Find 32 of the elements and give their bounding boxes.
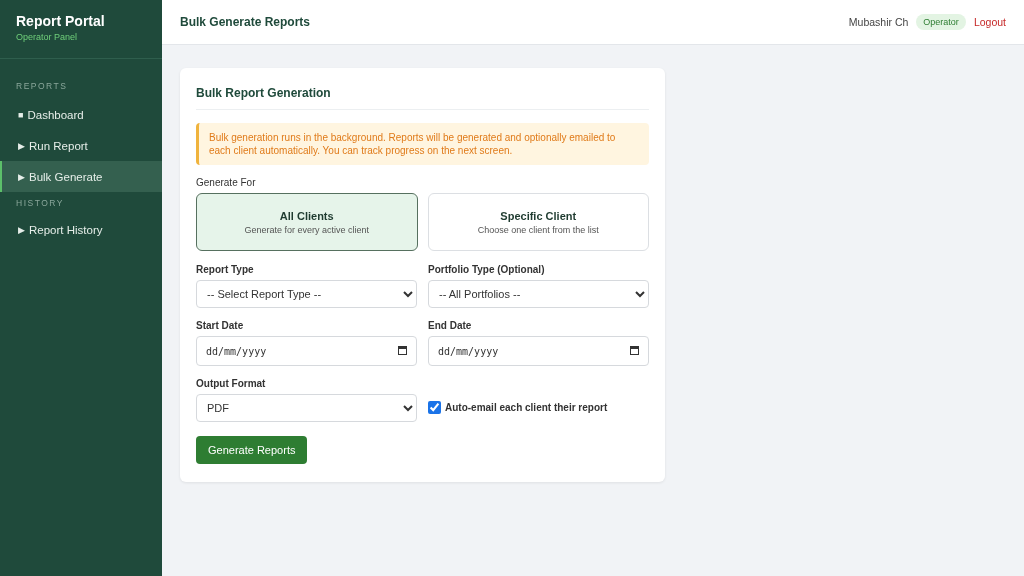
field-label: Portfolio Type (Optional): [428, 264, 546, 275]
section-heading: HISTORY: [15, 198, 65, 208]
field-label: End Date: [428, 320, 473, 331]
brand-title: Report Portal: [16, 13, 106, 29]
field-label: Start Date: [196, 320, 245, 331]
sidebar-item[interactable]: ▶ Bulk Generate: [0, 161, 162, 192]
select-field[interactable]: PDF: [196, 394, 417, 422]
date-field[interactable]: dd/mm/yyyy: [428, 336, 649, 366]
logout-link[interactable]: Logout: [973, 16, 1006, 28]
field-label: Generate For: [196, 177, 257, 188]
select-field[interactable]: -- All Portfolios --: [428, 280, 649, 308]
brand-subtitle: Operator Panel: [16, 32, 79, 42]
calendar-icon: [398, 346, 407, 355]
date-field[interactable]: dd/mm/yyyy: [196, 336, 417, 366]
field-label: Report Type: [196, 264, 255, 275]
select-field[interactable]: -- Select Report Type --: [196, 280, 417, 308]
section-heading: REPORTS: [15, 81, 69, 91]
info-notice: Bulk generation runs in the background. Reports will be generated and optionally emailed to each client automatically. You can track progress on the next screen.: [196, 123, 649, 165]
sidebar-item[interactable]: ▶ Run Report: [0, 130, 162, 161]
sidebar-item[interactable]: ▶ Report History: [0, 214, 162, 245]
checkbox[interactable]: [428, 400, 441, 414]
card-title: Bulk Report Generation: [196, 86, 649, 110]
role-badge: Operator: [916, 14, 966, 30]
page-title: Bulk Generate Reports: [180, 15, 312, 29]
generate-button[interactable]: Generate Reports: [196, 436, 308, 464]
field-label: Output Format: [196, 378, 267, 389]
option-card[interactable]: Specific Client Choose one client from the list: [427, 193, 649, 251]
checkbox-label: Auto-email each client their report: [445, 401, 608, 413]
sidebar-item[interactable]: ■ Dashboard: [0, 99, 162, 130]
calendar-icon: [630, 346, 639, 355]
user-name: Mubashir Ch: [848, 16, 909, 28]
option-card[interactable]: All Clients Generate for every active client: [196, 193, 418, 251]
